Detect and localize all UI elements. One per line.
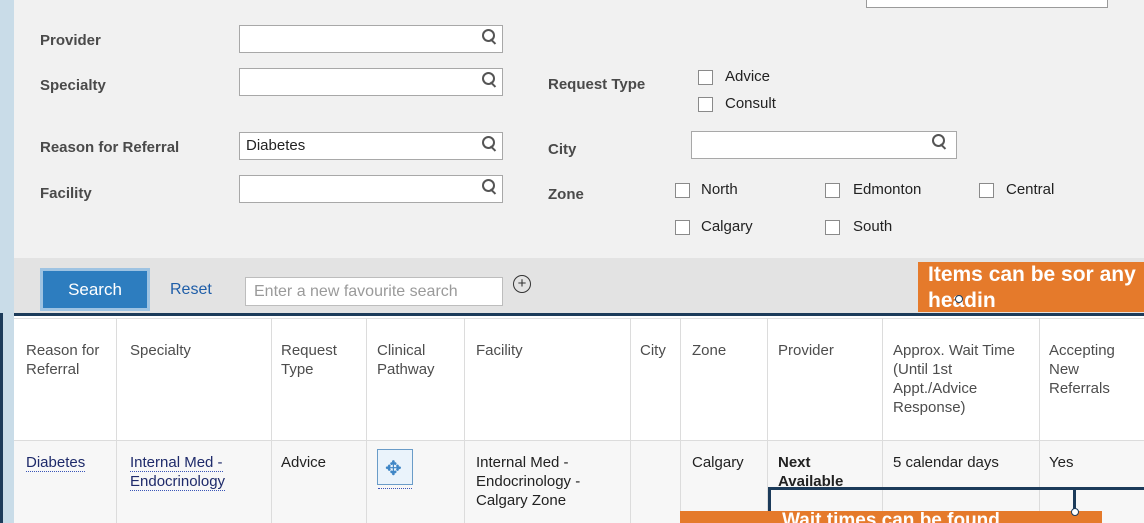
- facility-label: Facility: [40, 185, 92, 202]
- zone-calgary-checkbox[interactable]: [675, 220, 690, 235]
- column-divider: [464, 441, 465, 523]
- sort-callout: Items can be sor any headin: [918, 262, 1144, 312]
- advice-checkbox[interactable]: [698, 70, 713, 85]
- cell-wait-time: 5 calendar days: [893, 454, 999, 471]
- facility-search-icon[interactable]: [482, 179, 497, 195]
- wait-annotation-line: [768, 487, 1144, 490]
- facility-input[interactable]: [239, 175, 503, 203]
- header-provider[interactable]: Provider: [778, 341, 878, 360]
- column-divider: [366, 441, 367, 523]
- top-field-edge: [866, 0, 1108, 8]
- zone-edmonton-label: Edmonton: [853, 181, 922, 198]
- city-search-icon[interactable]: [932, 134, 947, 150]
- favourite-search-input[interactable]: Enter a new favourite search: [245, 277, 503, 306]
- header-facility[interactable]: Facility: [476, 341, 616, 360]
- zone-north-label: North: [701, 181, 738, 198]
- specialty-link[interactable]: Internal Med - Endocrinology: [130, 454, 226, 491]
- specialty-input[interactable]: [239, 68, 503, 96]
- cell-reason[interactable]: Diabetes: [26, 453, 86, 472]
- zone-calgary-label: Calgary: [701, 218, 753, 235]
- left-annotation-line: [0, 313, 3, 523]
- header-city[interactable]: City: [640, 341, 676, 360]
- header-reason[interactable]: Reason for Referral: [26, 341, 110, 379]
- cell-request-type: Advice: [281, 454, 327, 471]
- provider-search-icon[interactable]: [482, 29, 497, 45]
- advice-checkbox-label: Advice: [725, 68, 771, 85]
- consult-checkbox-label: Consult: [725, 95, 776, 112]
- clinical-pathway-icon[interactable]: ✥: [377, 449, 413, 489]
- zone-central-label: Central: [1006, 181, 1055, 198]
- zone-edmonton-checkbox[interactable]: [825, 183, 840, 198]
- zone-label: Zone: [548, 186, 584, 203]
- reason-link[interactable]: Diabetes: [26, 454, 86, 472]
- table-annotation-line: [14, 313, 1144, 316]
- column-divider: [271, 441, 272, 523]
- cell-accepting: Yes: [1049, 454, 1074, 471]
- header-accepting[interactable]: Accepting New Referrals: [1049, 341, 1139, 398]
- wait-annotation-tick: [768, 487, 771, 511]
- column-divider: [630, 441, 631, 523]
- cell-zone: Calgary: [692, 454, 744, 471]
- city-input[interactable]: [691, 131, 957, 159]
- request-type-label: Request Type: [548, 76, 646, 93]
- zone-south-checkbox[interactable]: [825, 220, 840, 235]
- wait-time-callout: Wait times can be found: [680, 511, 1102, 523]
- specialty-search-icon[interactable]: [482, 72, 497, 88]
- reason-search-icon[interactable]: [482, 136, 497, 152]
- consult-checkbox[interactable]: [698, 97, 713, 112]
- header-clinical-pathway[interactable]: Clinical Pathway: [377, 341, 457, 379]
- add-favourite-icon[interactable]: +: [513, 275, 531, 293]
- cell-specialty[interactable]: Internal Med - Endocrinology: [130, 453, 260, 491]
- city-label: City: [548, 141, 577, 158]
- column-divider: [116, 441, 117, 523]
- specialty-label: Specialty: [40, 77, 106, 94]
- header-zone[interactable]: Zone: [692, 341, 762, 360]
- cell-facility: Internal Med - Endocrinology - Calgary Z…: [476, 454, 581, 509]
- search-filter-panel: [14, 0, 1144, 288]
- provider-input[interactable]: [239, 25, 503, 53]
- cell-provider: Next Available: [778, 454, 844, 490]
- reset-link[interactable]: Reset: [170, 281, 212, 299]
- header-specialty[interactable]: Specialty: [130, 341, 260, 360]
- header-request-type[interactable]: Request Type: [281, 341, 361, 379]
- header-wait-time[interactable]: Approx. Wait Time (Until 1st Appt./Advic…: [893, 341, 1033, 417]
- zone-south-label: South: [853, 218, 893, 235]
- provider-label: Provider: [40, 32, 101, 49]
- zone-central-checkbox[interactable]: [979, 183, 994, 198]
- search-button[interactable]: Search: [40, 268, 150, 311]
- zone-north-checkbox[interactable]: [675, 183, 690, 198]
- reason-input[interactable]: Diabetes: [239, 132, 503, 160]
- reason-label: Reason for Referral: [40, 139, 180, 156]
- callout-pointer-dot: [1071, 508, 1079, 516]
- callout-pointer-dot: [955, 295, 963, 303]
